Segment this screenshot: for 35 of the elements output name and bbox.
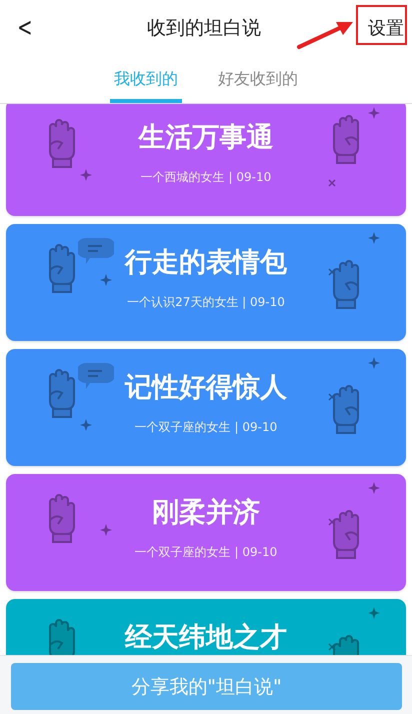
- sparkle-icon: [368, 107, 380, 119]
- cross-icon: [328, 643, 336, 651]
- sparkle-icon: [368, 357, 380, 369]
- card-subtitle: 一个西城的女生 | 09-10: [140, 169, 272, 186]
- card-subtitle: 一个认识27天的女生 | 09-10: [127, 294, 285, 311]
- card[interactable]: 行走的表情包 一个认识27天的女生 | 09-10: [6, 224, 406, 341]
- card-title: 经天纬地之才: [125, 621, 287, 655]
- card-subtitle: 一个双子座的女生 | 09-10: [134, 544, 278, 561]
- card[interactable]: 记性好得惊人 一个双子座的女生 | 09-10: [6, 349, 406, 466]
- card-title: 刚柔并济: [152, 496, 260, 530]
- card-title: 生活万事通: [138, 121, 274, 155]
- card[interactable]: 经天纬地之才: [6, 599, 406, 655]
- sparkle-icon: [368, 232, 380, 244]
- cross-icon: [328, 179, 336, 187]
- sparkle-icon: [368, 482, 380, 494]
- arrow-drawing: [297, 22, 353, 49]
- highlight-frame: [356, 5, 407, 45]
- card-title: 行走的表情包: [125, 246, 287, 280]
- cross-icon: [328, 268, 336, 276]
- card[interactable]: 刚柔并济 一个双子座的女生 | 09-10: [6, 474, 406, 591]
- sparkle-icon: [80, 169, 92, 181]
- cross-icon: [328, 393, 336, 401]
- settings-button[interactable]: 设置: [366, 16, 406, 40]
- card-title: 记性好得惊人: [125, 371, 287, 405]
- card[interactable]: 生活万事通 一个西城的女生 | 09-10: [6, 104, 406, 216]
- tab[interactable]: 好友收到的: [214, 55, 302, 103]
- card-subtitle: 一个双子座的女生 | 09-10: [134, 419, 278, 436]
- sparkle-icon: [80, 419, 92, 431]
- sparkle-icon: [100, 524, 112, 536]
- share-button[interactable]: 分享我的"坦白说": [11, 663, 402, 710]
- sparkle-icon: [368, 607, 380, 619]
- cross-icon: [328, 518, 336, 526]
- back-button[interactable]: <: [13, 12, 37, 42]
- page-title: 收到的坦白说: [146, 16, 261, 40]
- sparkle-icon: [100, 274, 112, 286]
